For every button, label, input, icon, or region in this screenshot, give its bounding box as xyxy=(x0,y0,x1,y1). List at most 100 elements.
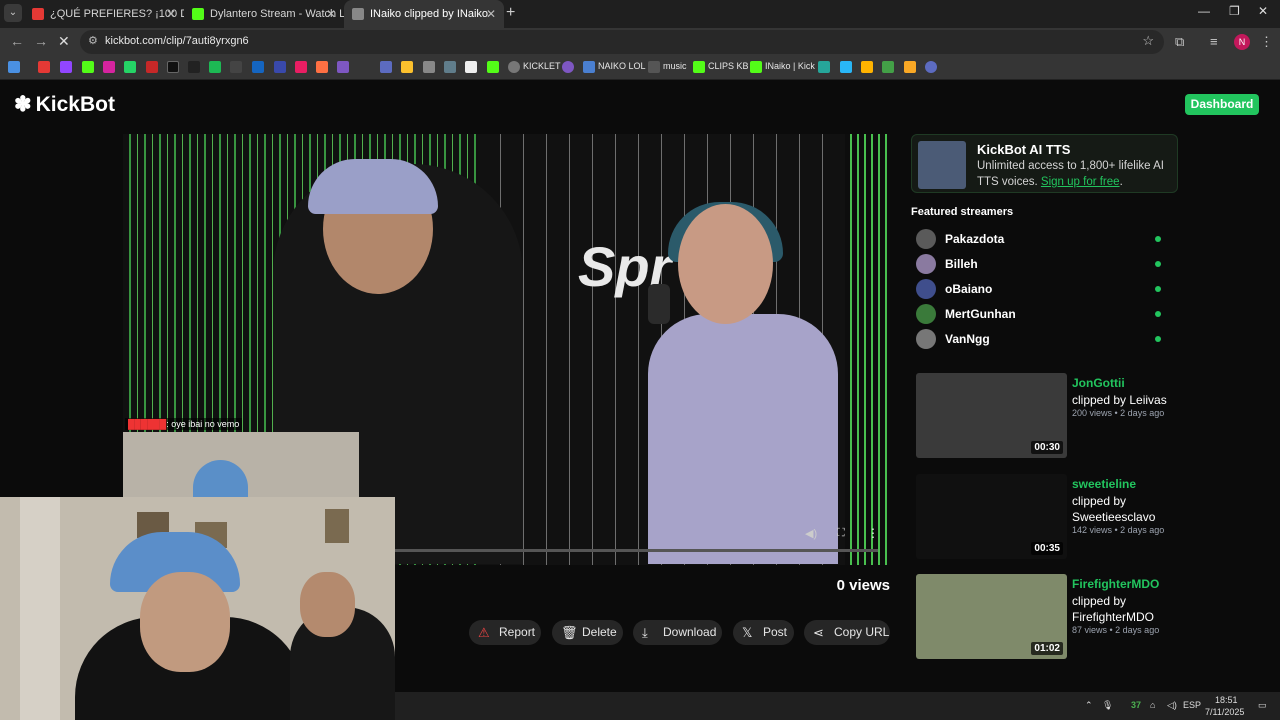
profile-avatar[interactable]: N xyxy=(1234,34,1250,50)
bookmark-inaiko-kick[interactable]: INaiko | Kick xyxy=(765,61,815,71)
back-button[interactable]: ← xyxy=(10,33,24,49)
streamer-item[interactable]: MertGunhan xyxy=(916,304,1166,324)
naiko-lol-icon[interactable] xyxy=(583,61,595,73)
clips-kb-icon[interactable] xyxy=(693,61,705,73)
bookmark-icon[interactable] xyxy=(487,61,499,73)
menu-icon[interactable]: ⋮ xyxy=(1260,34,1273,50)
apps-icon[interactable] xyxy=(8,61,20,73)
network-icon[interactable]: ⌂ xyxy=(1150,700,1155,710)
close-window-button[interactable]: ✕ xyxy=(1258,4,1268,18)
new-tab-button[interactable]: + xyxy=(506,4,515,22)
forward-button[interactable]: → xyxy=(34,33,48,49)
bookmark-icon[interactable] xyxy=(401,61,413,73)
streamer-name: MertGunhan xyxy=(945,307,1016,321)
dashboard-button[interactable]: Dashboard xyxy=(1185,94,1259,115)
video-microphone xyxy=(648,284,670,324)
clip-streamer-name[interactable]: FirefighterMDO xyxy=(1072,577,1159,591)
bookmark-icon[interactable] xyxy=(274,61,286,73)
bookmark-youtube-icon[interactable] xyxy=(38,61,50,73)
clip-thumbnail[interactable]: 01:02 xyxy=(916,574,1067,659)
bookmark-icon[interactable] xyxy=(562,61,574,73)
bookmark-icon[interactable] xyxy=(861,61,873,73)
post-button[interactable]: 𝕏 Post xyxy=(733,620,794,645)
bookmark-icon[interactable] xyxy=(146,61,158,73)
media-control-icon[interactable]: ≡ xyxy=(1210,34,1218,49)
clip-thumbnail[interactable]: 00:35 xyxy=(916,474,1067,559)
streamer-item[interactable]: Pakazdota xyxy=(916,229,1166,249)
bookmark-spotify-icon[interactable] xyxy=(209,61,221,73)
copy-url-button[interactable]: ⋖ Copy URL xyxy=(804,620,890,645)
clip-streamer-name[interactable]: JonGottii xyxy=(1072,376,1125,390)
bookmark-icon[interactable] xyxy=(252,61,264,73)
bookmark-music[interactable]: music xyxy=(663,61,687,71)
bookmark-instagram-icon[interactable] xyxy=(103,61,115,73)
bookmark-whatsapp-icon[interactable] xyxy=(124,61,136,73)
tab-kickbot-clip[interactable]: INaiko clipped by INaiko ✕ xyxy=(344,0,504,28)
bookmark-icon[interactable] xyxy=(444,61,456,73)
report-button[interactable]: ⚠ Report xyxy=(469,620,541,645)
inaiko-kick-icon[interactable] xyxy=(750,61,762,73)
bookmark-icon[interactable] xyxy=(230,61,242,73)
restore-button[interactable]: ❐ xyxy=(1229,4,1240,18)
streamer-item[interactable]: Billeh xyxy=(916,254,1166,274)
stop-button[interactable]: ✕ xyxy=(58,33,70,50)
promo-description: Unlimited access to 1,800+ lifelike AI T… xyxy=(977,158,1175,190)
bookmark-clips-kb[interactable]: CLIPS KB xyxy=(708,61,749,71)
volume-tray-icon[interactable]: ◁) xyxy=(1167,700,1177,711)
close-icon[interactable]: ✕ xyxy=(486,0,496,28)
address-url[interactable]: kickbot.com/clip/7auti8yrxgn6 xyxy=(105,35,249,47)
bookmark-icon[interactable] xyxy=(295,61,307,73)
bookmark-icon[interactable] xyxy=(882,61,894,73)
tts-promo-card[interactable]: KickBot AI TTS Unlimited access to 1,800… xyxy=(911,134,1178,193)
close-icon[interactable]: ✕ xyxy=(326,0,336,28)
bookmark-x-icon[interactable] xyxy=(167,61,179,73)
streamer-item[interactable]: VanNgg xyxy=(916,329,1166,349)
extensions-icon[interactable]: ⧉ xyxy=(1175,34,1184,50)
bookmark-star-icon[interactable]: ☆ xyxy=(1142,33,1154,49)
bookmark-icon[interactable] xyxy=(840,61,852,73)
signup-link[interactable]: Sign up for free xyxy=(1041,176,1120,188)
bookmark-icon[interactable] xyxy=(337,61,349,73)
kicklet-icon[interactable] xyxy=(508,61,520,73)
clip-list-item[interactable]: 00:35 sweetieline clipped by Sweetieescl… xyxy=(916,474,1176,560)
tab-kick-stream[interactable]: Dylantero Stream - Watch Live ✕ xyxy=(184,0,344,28)
bookmark-icon[interactable] xyxy=(465,61,477,73)
music-icon[interactable] xyxy=(648,61,660,73)
bookmark-icon[interactable] xyxy=(423,61,435,73)
fullscreen-icon[interactable]: ⛶ xyxy=(837,527,845,540)
streamer-item[interactable]: oBaiano xyxy=(916,279,1166,299)
tab-search-icon[interactable]: ⌄ xyxy=(4,4,22,22)
clip-list-item[interactable]: 01:02 FirefighterMDO clipped by Firefigh… xyxy=(916,574,1176,660)
bookmark-naiko-lol[interactable]: NAIKO LOL xyxy=(598,61,646,71)
clock-time[interactable]: 18:51 xyxy=(1215,695,1238,705)
bookmark-icon[interactable] xyxy=(818,61,830,73)
clip-streamer-name[interactable]: sweetieline xyxy=(1072,477,1136,491)
kickbot-logo[interactable]: ✽ KickBot xyxy=(14,92,115,117)
tray-badge[interactable]: 37 xyxy=(1131,700,1141,710)
clip-list-item[interactable]: 00:30 JonGottii clipped by Leiivas 200 v… xyxy=(916,373,1176,459)
tab-youtube[interactable]: ¿QUÉ PREFIERES? ¡100 Dilemas ✕ xyxy=(24,0,184,28)
video-progress-bar[interactable] xyxy=(393,549,878,552)
bookmark-twitch-icon[interactable] xyxy=(60,61,72,73)
download-button[interactable]: ⤓ Download xyxy=(633,620,722,645)
tray-chevron-icon[interactable]: ⌃ xyxy=(1085,700,1093,711)
language-indicator[interactable]: ESP xyxy=(1183,700,1201,710)
bookmark-icon[interactable] xyxy=(380,61,392,73)
clock-date[interactable]: 7/11/2025 xyxy=(1205,707,1244,717)
volume-icon[interactable]: ◀) xyxy=(805,527,817,540)
site-info-icon[interactable]: ⚙ xyxy=(88,34,98,47)
notifications-icon[interactable]: ▭ xyxy=(1258,700,1267,711)
bookmark-kick-icon[interactable] xyxy=(82,61,94,73)
delete-button[interactable]: 🗑 Delete xyxy=(552,620,623,645)
more-options-icon[interactable]: ⋮ xyxy=(867,526,879,540)
bookmark-icon[interactable] xyxy=(316,61,328,73)
close-icon[interactable]: ✕ xyxy=(166,0,176,28)
bookmark-tiktok-icon[interactable] xyxy=(188,61,200,73)
minimize-button[interactable]: — xyxy=(1198,4,1210,18)
bookmark-icon[interactable] xyxy=(904,61,916,73)
bookmark-kicklet[interactable]: KICKLET xyxy=(523,61,561,71)
microphone-icon[interactable]: 🎙 xyxy=(1102,700,1113,711)
address-bar[interactable]: ⚙ kickbot.com/clip/7auti8yrxgn6 ☆ xyxy=(80,30,1164,54)
bookmark-icon[interactable] xyxy=(925,61,937,73)
clip-thumbnail[interactable]: 00:30 xyxy=(916,373,1067,458)
